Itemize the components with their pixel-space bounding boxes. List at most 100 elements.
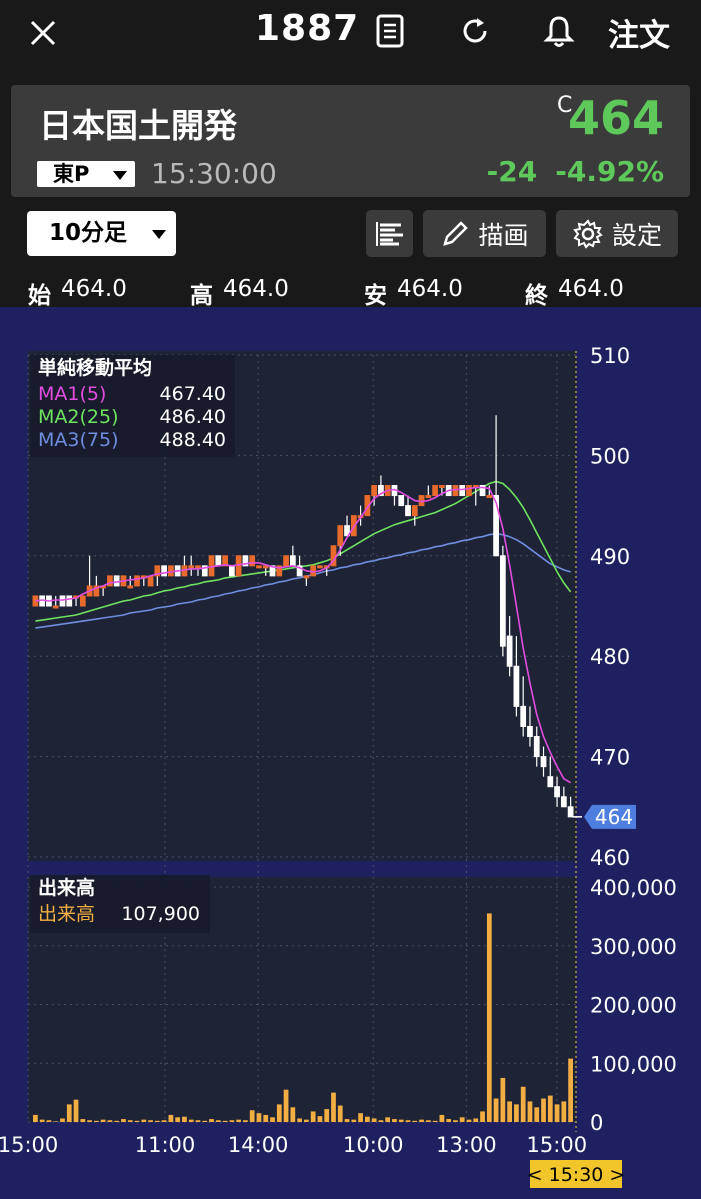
volume-bar (53, 1121, 59, 1122)
volume-bar (439, 1114, 445, 1122)
volume-bar (195, 1120, 201, 1122)
time-tick-label: 10:00 (343, 1133, 404, 1157)
candle-body (195, 565, 201, 569)
settings-button[interactable]: 設定 (556, 210, 678, 257)
time-tick-label: 15:00 (0, 1133, 58, 1157)
volume-legend-name: 出来高 (38, 903, 95, 925)
ohlc-low: 安 464.0 (364, 276, 463, 310)
volume-bar (256, 1113, 262, 1122)
volume-bar (127, 1120, 133, 1122)
volume-bar (493, 1098, 499, 1122)
volume-bar (39, 1119, 45, 1122)
volume-tick-label: 0 (590, 1111, 603, 1135)
volume-bar (182, 1116, 187, 1122)
volume-bar (297, 1118, 302, 1122)
candle-body (506, 635, 513, 667)
ohlc-label: 終 (525, 283, 548, 309)
volume-bar (188, 1119, 194, 1122)
candle-body (371, 485, 378, 497)
volume-bar (534, 1107, 540, 1122)
volume-bar (412, 1120, 418, 1122)
volume-bar (554, 1104, 560, 1122)
candle-body (147, 575, 154, 587)
candle-body (540, 756, 547, 768)
volume-bar (520, 1086, 526, 1122)
candle-body (432, 485, 438, 497)
volume-bar (378, 1120, 384, 1122)
candle-body (554, 786, 560, 798)
volume-bar (473, 1118, 479, 1122)
candle-body (411, 505, 418, 517)
candle-body (228, 565, 235, 577)
chart-svg[interactable]: 510 500 490 480 470 460 400,000 300,000 200,000 1… (0, 307, 701, 1199)
candle-body (317, 565, 323, 569)
document-icon[interactable] (370, 10, 410, 52)
volume-bar (168, 1114, 174, 1122)
current-price: 464 (567, 91, 664, 145)
volume-bar (385, 1117, 391, 1122)
volume-bar (249, 1110, 255, 1122)
timeframe-select[interactable]: 10分足 (27, 211, 176, 256)
volume-bar (290, 1107, 296, 1122)
volume-tick-label: 400,000 (590, 876, 677, 900)
candle-body (215, 555, 222, 567)
volume-bar (317, 1116, 323, 1122)
volume-bar (507, 1101, 513, 1122)
close-icon[interactable] (22, 12, 64, 54)
quote-panel: 日本国土開発 C 464 東P 15:30:00 -24 -4.92% (11, 85, 690, 197)
board-button[interactable] (366, 210, 413, 257)
volume-bar (33, 1114, 38, 1122)
time-tick-label: 13:00 (436, 1133, 497, 1157)
candle-body (398, 495, 405, 507)
candle-body (425, 495, 432, 499)
volume-bar (392, 1119, 397, 1122)
candle-body (262, 565, 269, 569)
order-button[interactable]: 注文 (608, 10, 670, 55)
volume-bar (459, 1117, 465, 1122)
app: 1887 注文 日本国土開発 C 464 東P 15:30:00 -24 -4.9… (0, 0, 701, 1199)
volume-bar (215, 1120, 221, 1122)
ma-legend-value: 467.40 (160, 383, 226, 405)
volume-bar (87, 1120, 92, 1122)
bars-icon (375, 221, 403, 246)
bell-icon[interactable] (538, 10, 580, 52)
volume-bar (541, 1098, 546, 1122)
volume-bar (209, 1119, 214, 1122)
volume-bar (107, 1120, 113, 1122)
ohlc-label: 安 (364, 283, 387, 309)
volume-bar (486, 913, 492, 1122)
volume-bar (304, 1119, 309, 1122)
volume-bar (202, 1120, 208, 1122)
market-select[interactable]: 東P (37, 161, 135, 187)
draw-button[interactable]: 描画 (423, 210, 546, 257)
volume-bar (114, 1120, 120, 1122)
ma-legend-value: 488.40 (160, 429, 226, 451)
ma-legend-title: 単純移動平均 (38, 356, 152, 379)
volume-bar (141, 1119, 147, 1122)
volume-bar (561, 1101, 567, 1122)
ohlc-value: 464.0 (61, 276, 127, 302)
volume-bar (121, 1119, 126, 1122)
price-change: -24 -4.92% (487, 155, 664, 188)
candle-body (567, 806, 574, 818)
volume-bar (527, 1101, 533, 1122)
gear-icon (573, 218, 603, 249)
candle-body (289, 555, 296, 567)
chevron-down-icon (113, 171, 127, 180)
candle-body (337, 525, 344, 547)
candle-body (459, 485, 466, 497)
change-percent: -4.92% (555, 155, 664, 188)
candle-body (547, 776, 554, 788)
volume-bar (344, 1119, 350, 1122)
time-tick-label: 15:00 (527, 1133, 588, 1157)
timeframe-label: 10分足 (49, 220, 128, 246)
ma-legend-name: MA2(25) (38, 406, 118, 428)
stock-code: 1887 (255, 8, 360, 49)
volume-bar (222, 1120, 228, 1122)
volume-bar (283, 1089, 289, 1122)
refresh-icon[interactable] (454, 10, 496, 52)
volume-legend: 出来高出来高 107,900 (30, 875, 210, 933)
ohlc-label: 高 (190, 283, 213, 309)
candle-body (134, 575, 140, 587)
volume-legend-title: 出来高 (38, 876, 95, 899)
